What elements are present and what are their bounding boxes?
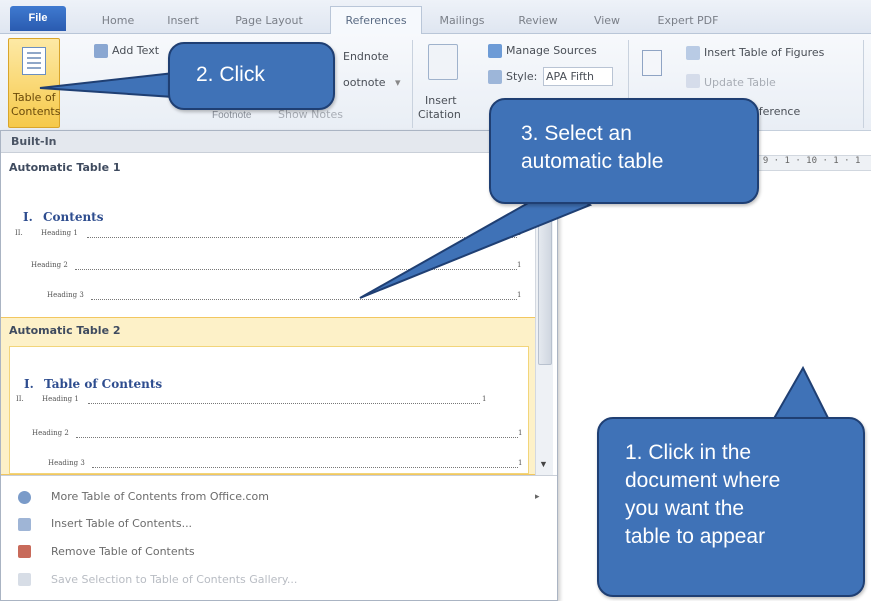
callout-step-1-line2: document where <box>625 469 781 492</box>
callout-step-3: 3. Select an automatic table <box>489 98 759 204</box>
callout-step-3-line1: 3. Select an <box>521 122 632 145</box>
callout-step-2-text: 2. Click <box>196 63 265 86</box>
callout-1-pointer <box>770 365 832 423</box>
callout-step-1-line1: 1. Click in the <box>625 441 752 464</box>
callout-2-pointer <box>39 71 175 99</box>
callout-step-2: 2. Click <box>168 42 335 110</box>
callout-step-1: 1. Click in the document where you want … <box>597 417 865 597</box>
callout-step-3-line2: automatic table <box>521 150 664 173</box>
callout-step-1-line4: table to appear <box>625 525 766 548</box>
callout-step-1-line3: you want the <box>625 497 745 520</box>
